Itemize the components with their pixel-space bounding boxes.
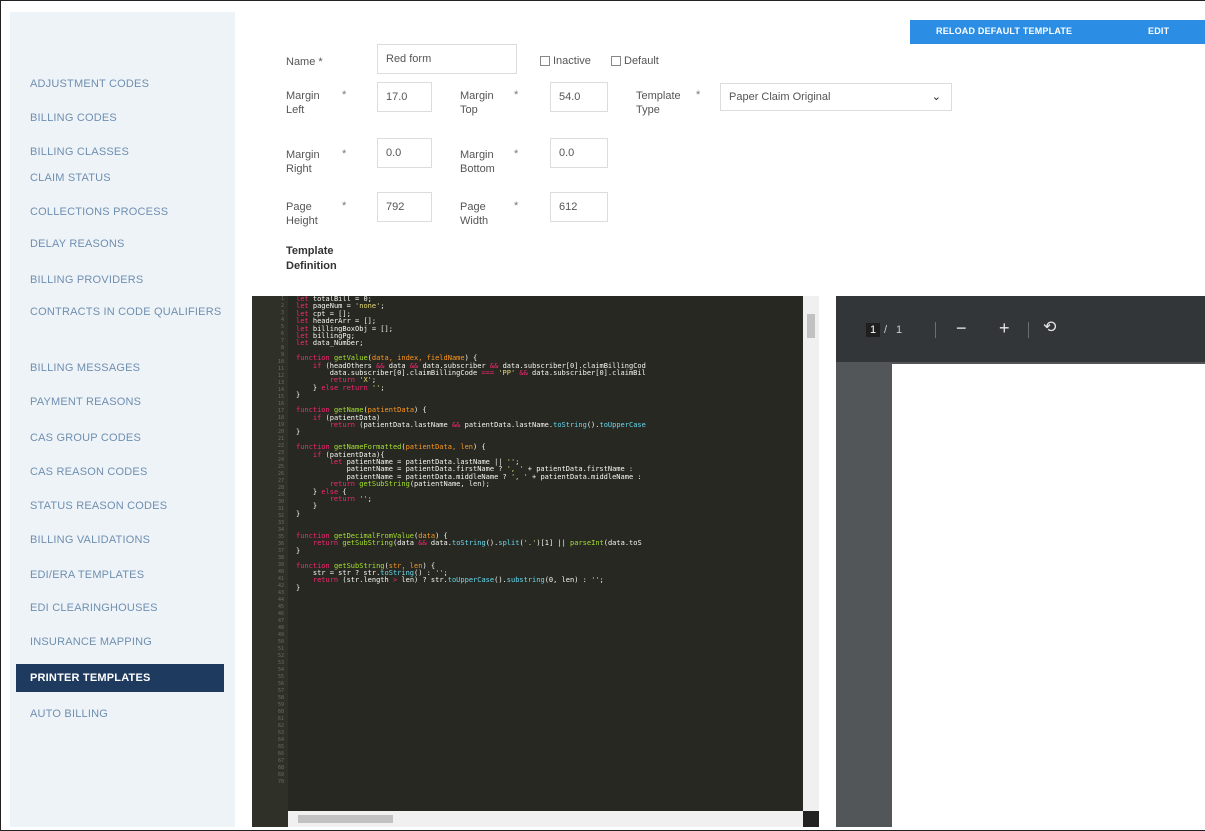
sidebar-item-adjustment-codes[interactable]: ADJUSTMENT CODES: [16, 70, 224, 98]
pdf-page-separator: /: [884, 324, 888, 336]
sidebar-item-contracts-in-code-qualifiers[interactable]: CONTRACTS IN CODE QUALIFIERS: [16, 300, 224, 340]
sidebar-item-edi-era-templates[interactable]: EDI/ERA TEMPLATES: [16, 561, 224, 589]
margin-bottom-required: *: [514, 148, 519, 160]
editor-vertical-scroll-thumb[interactable]: [807, 314, 815, 338]
default-checkbox[interactable]: Default: [611, 55, 659, 67]
action-bar: RELOAD DEFAULT TEMPLATE EDIT: [910, 20, 1205, 44]
template-type-label: Template Type: [636, 90, 681, 116]
inactive-label: Inactive: [553, 55, 591, 67]
margin-top-label: Margin Top: [460, 90, 494, 116]
sidebar-item-billing-messages[interactable]: BILLING MESSAGES: [16, 354, 224, 382]
page-width-label: Page Width: [460, 201, 489, 227]
margin-right-input[interactable]: 0.0: [377, 138, 432, 168]
margin-top-required: *: [514, 89, 519, 101]
editor-line-numbers: 1 2 3 4 5 6 7 8 9 10 11 12 13 14 15 16 17 18 19 20 21 22 23 2…: [252, 296, 288, 827]
template-type-select[interactable]: Paper Claim Original ⌄: [720, 83, 952, 111]
editor-vertical-scrollbar[interactable]: [803, 296, 819, 811]
page-height-required: *: [342, 200, 347, 212]
pdf-toolbar-divider: [1028, 322, 1029, 338]
pdf-total-pages: 1: [896, 324, 903, 336]
plus-icon[interactable]: +: [999, 318, 1010, 338]
editor-horizontal-scrollbar[interactable]: [288, 811, 819, 827]
sidebar-item-billing-providers[interactable]: BILLING PROVIDERS: [16, 266, 224, 294]
sidebar-item-billing-classes[interactable]: BILLING CLASSES: [16, 138, 224, 166]
pdf-page: [892, 364, 1205, 827]
sidebar-item-claim-status[interactable]: CLAIM STATUS: [16, 164, 224, 192]
pdf-toolbar-divider: [935, 322, 936, 338]
sidebar-item-printer-templates[interactable]: PRINTER TEMPLATES: [16, 664, 224, 692]
page-height-input[interactable]: 792: [377, 192, 432, 222]
margin-left-input[interactable]: 17.0: [377, 82, 432, 112]
rotate-icon[interactable]: ⟲: [1043, 318, 1056, 338]
sidebar-item-collections-process[interactable]: COLLECTIONS PROCESS: [16, 198, 224, 226]
sidebar-item-payment-reasons[interactable]: PAYMENT REASONS: [16, 388, 224, 416]
pdf-current-page-input[interactable]: 1: [866, 323, 880, 337]
sidebar-item-auto-billing[interactable]: AUTO BILLING: [16, 700, 224, 728]
margin-left-label: Margin Left: [286, 90, 320, 116]
sidebar-item-cas-reason-codes[interactable]: CAS REASON CODES: [16, 458, 224, 486]
template-type-value: Paper Claim Original: [729, 91, 831, 103]
margin-right-required: *: [342, 148, 347, 160]
minus-icon[interactable]: −: [956, 318, 967, 338]
sidebar-item-insurance-mapping[interactable]: INSURANCE MAPPING: [16, 628, 224, 656]
inactive-checkbox-box[interactable]: [540, 56, 550, 66]
template-definition-label: Template Definition: [286, 245, 337, 272]
template-type-required: *: [696, 89, 701, 101]
sidebar-item-status-reason-codes[interactable]: STATUS REASON CODES: [16, 492, 224, 520]
sidebar-item-billing-validations[interactable]: BILLING VALIDATIONS: [16, 526, 224, 554]
edit-button[interactable]: EDIT: [1148, 26, 1169, 36]
sidebar-item-delay-reasons[interactable]: DELAY REASONS: [16, 230, 224, 258]
inactive-checkbox[interactable]: Inactive: [540, 55, 591, 67]
margin-right-label: Margin Right: [286, 149, 320, 175]
margin-top-input[interactable]: 54.0: [550, 82, 608, 112]
page-height-label: Page Height: [286, 201, 318, 227]
editor-scroll-corner: [803, 811, 819, 827]
margin-bottom-label: Margin Bottom: [460, 149, 495, 175]
sidebar-item-edi-clearinghouses[interactable]: EDI CLEARINGHOUSES: [16, 594, 224, 622]
default-checkbox-box[interactable]: [611, 56, 621, 66]
default-label: Default: [624, 55, 659, 67]
editor-horizontal-scroll-thumb[interactable]: [298, 815, 393, 823]
page-width-required: *: [514, 200, 519, 212]
editor-code-content[interactable]: let totalBill = 0; let pageNum = 'none';…: [296, 296, 801, 801]
page-width-input[interactable]: 612: [550, 192, 608, 222]
template-code-editor[interactable]: 1 2 3 4 5 6 7 8 9 10 11 12 13 14 15 16 17 18 19 20 21 22 23 2…: [252, 296, 819, 827]
sidebar: ADJUSTMENT CODES BILLING CODES BILLING C…: [10, 12, 235, 827]
pdf-preview: 1 / 1 − + ⟲: [836, 296, 1205, 827]
reload-default-template-button[interactable]: RELOAD DEFAULT TEMPLATE: [936, 26, 1072, 36]
name-label: Name *: [286, 56, 323, 68]
name-input[interactable]: Red form: [377, 44, 517, 74]
pdf-toolbar: 1 / 1 − + ⟲: [836, 296, 1205, 362]
margin-bottom-input[interactable]: 0.0: [550, 138, 608, 168]
margin-left-required: *: [342, 89, 347, 101]
sidebar-item-cas-group-codes[interactable]: CAS GROUP CODES: [16, 424, 224, 452]
sidebar-item-billing-codes[interactable]: BILLING CODES: [16, 104, 224, 132]
chevron-down-icon[interactable]: ⌄: [932, 84, 941, 110]
